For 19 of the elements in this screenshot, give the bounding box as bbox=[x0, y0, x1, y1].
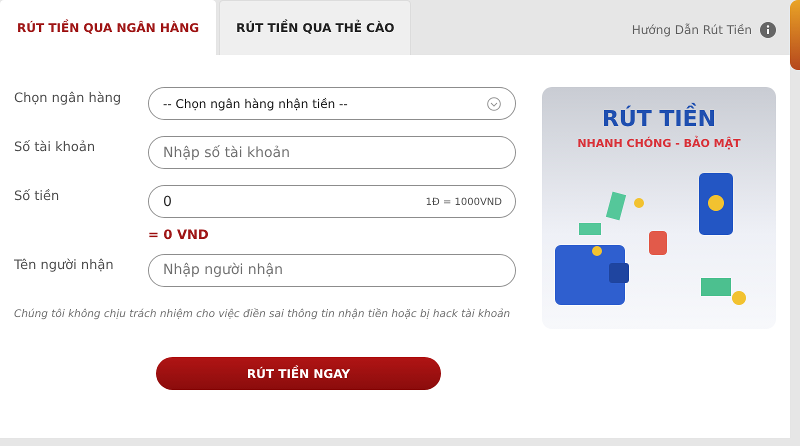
help-link[interactable]: Hướng Dẫn Rút Tiền bbox=[632, 21, 752, 39]
submit-button[interactable]: RÚT TIỀN NGAY bbox=[156, 357, 441, 390]
converted-amount: = 0 VND bbox=[148, 227, 210, 245]
chevron-down-icon bbox=[487, 96, 501, 110]
input-field[interactable]: Nhập người nhận bbox=[148, 254, 516, 286]
info-icon[interactable] bbox=[760, 22, 776, 38]
field-label: Chọn ngân hàng bbox=[14, 90, 122, 108]
exchange-rate-hint: 1Đ = 1000VND bbox=[426, 196, 502, 210]
input-field[interactable]: Nhập số tài khoản bbox=[148, 136, 516, 169]
banner-title: RÚT TIỀN bbox=[602, 103, 716, 136]
field-label: Tên người nhận bbox=[14, 256, 115, 274]
floating-badge-image[interactable] bbox=[790, 0, 800, 70]
tab[interactable]: RÚT TIỀN QUA THẺ CÀO bbox=[219, 0, 412, 55]
field-label: Số tiền bbox=[14, 188, 60, 206]
field-label: Số tài khoản bbox=[14, 139, 96, 157]
banner-subtitle: NHANH CHÓNG - BẢO MẬT bbox=[577, 136, 741, 152]
bank-select[interactable]: -- Chọn ngân hàng nhận tiền -- bbox=[148, 87, 516, 120]
disclaimer-text: Chúng tôi không chịu trách nhiệm cho việc điền sai thông tin nhận tiền hoặc bị hack tài khoản bbox=[14, 306, 512, 322]
tab[interactable]: RÚT TIỀN QUA NGÂN HÀNG bbox=[0, 0, 216, 55]
